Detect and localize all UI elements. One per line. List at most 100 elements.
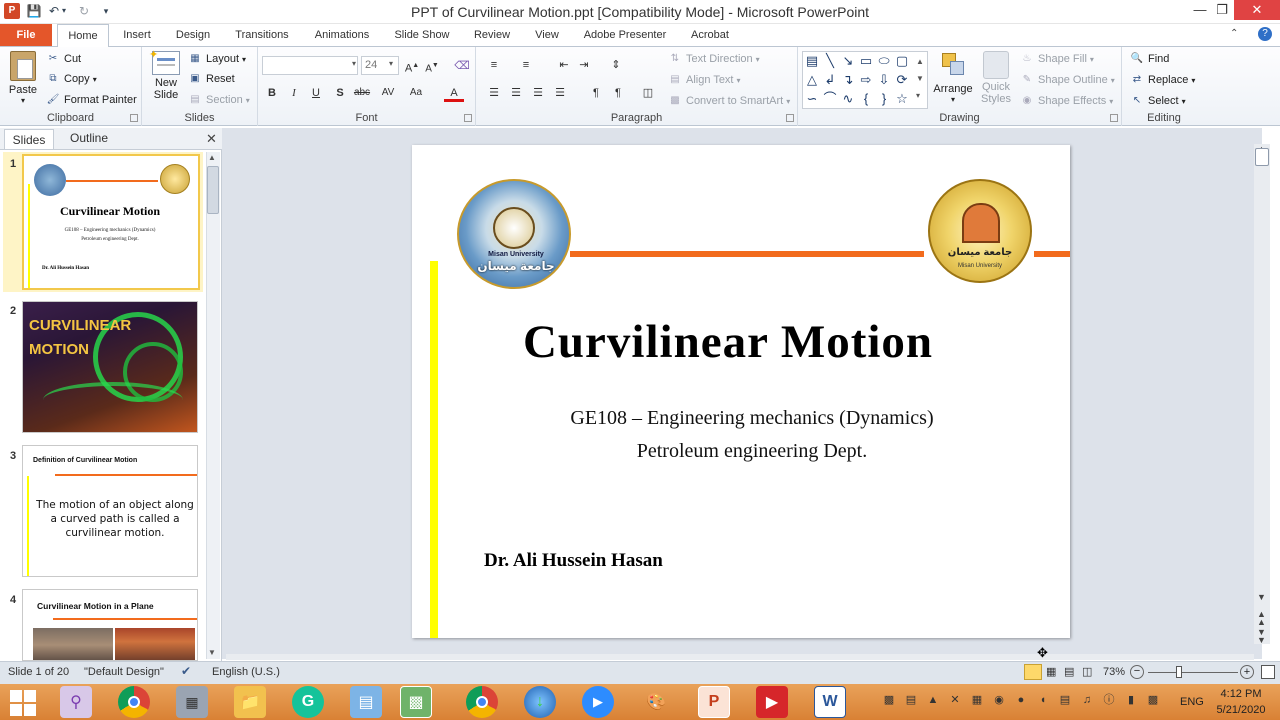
zoom-slider-thumb[interactable] [1176, 666, 1182, 678]
battery-icon[interactable]: ▮ [1124, 693, 1138, 707]
tray-icon[interactable]: ▤ [904, 693, 918, 707]
tray-icon[interactable]: ▦ [970, 693, 984, 707]
chrome-icon[interactable] [118, 686, 150, 718]
slide-show-view-icon[interactable]: ◫ [1082, 665, 1092, 678]
character-spacing-icon[interactable]: AV [378, 84, 398, 102]
pane-scroll-up-icon[interactable]: ▲ [208, 153, 216, 162]
info-icon[interactable]: ⓘ [1102, 693, 1116, 707]
spellcheck-icon[interactable]: ✔ [181, 664, 191, 678]
calculator-icon[interactable]: ▦ [176, 686, 208, 718]
pane-scroll-thumb[interactable] [207, 166, 219, 214]
reset-button[interactable]: ▣ Reset [188, 72, 234, 86]
folder-app-icon[interactable]: ▤ [350, 686, 382, 718]
curve-shape-icon[interactable]: ∽ [804, 91, 820, 107]
slide-author[interactable]: Dr. Ali Hussein Hasan [484, 550, 663, 572]
thumbnail-slide-3[interactable]: Definition of Curvilinear Motion The mot… [22, 445, 198, 577]
clock-time[interactable]: 4:12 PM [1212, 688, 1270, 700]
download-manager-icon[interactable]: ↓ [524, 686, 556, 718]
underline-icon[interactable]: U [306, 84, 326, 102]
paragraph-launcher-icon[interactable] [786, 114, 794, 122]
file-explorer-icon[interactable]: 📁 [234, 686, 266, 718]
find-button[interactable]: 🔍 Find [1130, 52, 1170, 66]
close-pane-icon[interactable]: ✕ [206, 131, 217, 147]
slide-subtitle-line2[interactable]: Petroleum engineering Dept. [522, 440, 982, 463]
decrease-indent-icon[interactable]: ⇤ [554, 56, 574, 74]
format-painter-button[interactable]: 🖌 Format Painter [46, 93, 137, 107]
powerpoint-taskbar-icon[interactable]: P [698, 686, 730, 718]
left-brace-shape-icon[interactable]: { [858, 91, 874, 107]
numbering-icon[interactable]: ≡ [516, 56, 536, 74]
horizontal-scrollbar[interactable] [226, 654, 1254, 660]
tray-icon[interactable]: ▩ [882, 693, 896, 707]
tab-insert[interactable]: Insert [114, 24, 160, 46]
tab-slide-show[interactable]: Slide Show [388, 24, 456, 46]
zoom-level[interactable]: 73% [1103, 666, 1125, 678]
tab-file[interactable]: File [0, 24, 52, 46]
font-size-dropdown-icon[interactable]: ▾ [389, 59, 393, 68]
word-icon[interactable]: W [814, 686, 846, 718]
bold-icon[interactable]: B [262, 84, 282, 102]
shrink-font-icon[interactable]: A▼ [422, 57, 442, 75]
tray-icon[interactable]: ◉ [992, 693, 1006, 707]
change-case-icon[interactable]: Aa [406, 84, 426, 102]
oval-shape-icon[interactable]: ⬭ [876, 53, 892, 69]
paste-button[interactable]: Paste ▾ [6, 51, 40, 105]
align-text-button[interactable]: ▤ Align Text ▾ [668, 73, 740, 87]
acrobat-icon[interactable]: ▶ [756, 686, 788, 718]
strikethrough-icon[interactable]: abc [352, 84, 372, 102]
copy-button[interactable]: ⧉ Copy ▾ [46, 72, 96, 86]
arrange-button[interactable]: Arrange ▾ [932, 51, 974, 104]
font-launcher-icon[interactable] [464, 114, 472, 122]
right-arrow-shape-icon[interactable]: ⇨ [858, 72, 874, 88]
wifi-icon[interactable]: ◖ [1036, 693, 1050, 707]
drawing-launcher-icon[interactable] [1110, 114, 1118, 122]
tab-acrobat[interactable]: Acrobat [682, 24, 738, 46]
tab-review[interactable]: Review [466, 24, 518, 46]
triangle-shape-icon[interactable]: △ [804, 72, 820, 88]
rtl-icon[interactable]: ¶ [608, 84, 628, 102]
status-language[interactable]: English (U.S.) [212, 666, 280, 678]
clock-date[interactable]: 5/21/2020 [1212, 704, 1270, 716]
italic-icon[interactable]: I [284, 84, 304, 102]
elbow-arrow-shape-icon[interactable]: ↴ [840, 72, 856, 88]
grow-font-icon[interactable]: A▲ [402, 57, 422, 75]
volume-icon[interactable]: ♫ [1080, 693, 1094, 707]
search-app-icon[interactable]: ⚲ [60, 686, 92, 718]
rectangle-shape-icon[interactable]: ▭ [858, 53, 874, 69]
tray-icon[interactable]: ▲ [926, 693, 940, 707]
section-button[interactable]: ▤ Section ▾ [188, 93, 249, 107]
arc-shape-icon[interactable]: ⌒ [822, 91, 838, 107]
text-direction-button[interactable]: ⇅ Text Direction ▾ [668, 52, 760, 66]
tab-animations[interactable]: Animations [308, 24, 376, 46]
align-right-icon[interactable]: ☰ [528, 84, 548, 102]
vertical-scrollbar[interactable] [1254, 144, 1270, 644]
columns-icon[interactable]: ◫ [638, 84, 658, 102]
pinned-app-icon[interactable]: ▩ [400, 686, 432, 718]
previous-slide-icon[interactable]: ▲ ▲ [1257, 610, 1266, 627]
cut-button[interactable]: ✂ Cut [46, 52, 81, 66]
pane-scrollbar[interactable] [206, 152, 220, 659]
grammarly-icon[interactable]: G [292, 686, 324, 718]
font-size-combo[interactable]: 24 [361, 56, 399, 75]
freeform-shape-icon[interactable]: ⟳ [894, 72, 910, 88]
thumbnail-slide-1[interactable]: Curvilinear Motion GE108 – Engineering m… [22, 154, 200, 290]
zoom-in-icon[interactable]: + [1240, 665, 1254, 679]
tab-design[interactable]: Design [168, 24, 218, 46]
shadow-icon[interactable]: S [330, 84, 350, 102]
elbow-connector-shape-icon[interactable]: ↲ [822, 72, 838, 88]
ltr-icon[interactable]: ¶ [586, 84, 606, 102]
bullets-icon[interactable]: ≡ [484, 56, 504, 74]
tab-outline[interactable]: Outline [64, 131, 114, 149]
down-arrow-shape-icon[interactable]: ⇩ [876, 72, 892, 88]
close-button[interactable]: ✕ [1234, 0, 1280, 20]
arrow-line-shape-icon[interactable]: ↘ [840, 53, 856, 69]
clear-formatting-icon[interactable]: ⌫ [452, 57, 472, 75]
normal-view-icon[interactable] [1024, 664, 1042, 680]
shape-outline-button[interactable]: ✎ Shape Outline ▾ [1020, 73, 1115, 87]
fit-to-window-icon[interactable] [1261, 665, 1275, 679]
next-slide-icon[interactable]: ▼ ▼ [1257, 628, 1266, 645]
clipboard-launcher-icon[interactable] [130, 114, 138, 122]
tray-icon[interactable]: ▩ [1146, 693, 1160, 707]
scroll-down-icon[interactable]: ▼ [1257, 592, 1266, 602]
shapes-more-icon[interactable]: ▲ ▼ ▾ [916, 53, 924, 104]
